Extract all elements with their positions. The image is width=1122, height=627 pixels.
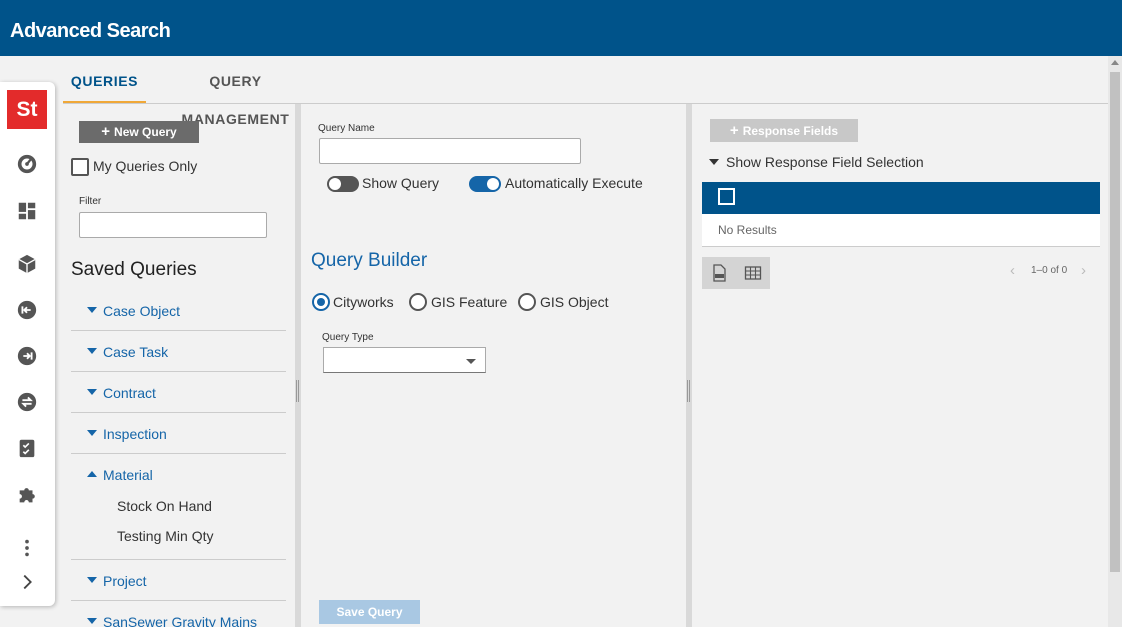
chevron-down-icon xyxy=(466,359,476,364)
tab-queries[interactable]: QUERIES xyxy=(63,62,146,104)
pager-text: 1–0 of 0 xyxy=(1031,265,1068,276)
saved-query-testing-min-qty[interactable]: Testing Min Qty xyxy=(117,528,213,544)
select-all-checkbox[interactable] xyxy=(718,188,735,205)
caret-down-icon xyxy=(87,348,97,354)
caret-down-icon xyxy=(87,389,97,395)
caret-down-icon xyxy=(87,577,97,583)
new-query-label: New Query xyxy=(114,125,177,139)
export-file-icon[interactable] xyxy=(710,264,728,282)
filter-input[interactable] xyxy=(79,212,267,238)
plus-icon: + xyxy=(101,123,111,140)
plus-icon: + xyxy=(729,122,739,139)
left-splitter[interactable] xyxy=(295,104,301,627)
caret-down-icon xyxy=(87,307,97,313)
query-builder-panel: Query Name Show Query Automatically Exec… xyxy=(303,104,684,627)
tree-item-label: Case Task xyxy=(103,344,169,360)
auto-execute-toggle[interactable] xyxy=(469,176,501,192)
tree-item-label: Inspection xyxy=(103,426,167,442)
app-title: Advanced Search xyxy=(10,20,171,42)
saved-queries-title: Saved Queries xyxy=(71,259,197,280)
radio-gis-feature[interactable] xyxy=(409,293,427,311)
tree-item-label: SanSewer Gravity Mains xyxy=(103,614,258,627)
saved-queries-panel: + New Query My Queries Only Filter Saved … xyxy=(63,104,295,627)
new-query-button[interactable]: + New Query xyxy=(79,121,199,143)
app-header: Advanced Search xyxy=(0,0,1122,56)
my-queries-label: My Queries Only xyxy=(93,158,198,174)
save-query-button[interactable]: Save Query xyxy=(319,600,420,624)
puzzle-icon[interactable] xyxy=(15,483,39,507)
query-type-select[interactable] xyxy=(323,347,486,373)
results-grid-body: No Results xyxy=(702,214,1100,247)
table-view-icon[interactable] xyxy=(744,264,762,282)
saved-query-stock-on-hand[interactable]: Stock On Hand xyxy=(117,498,212,514)
results-grid-header xyxy=(702,182,1100,214)
query-name-label: Query Name xyxy=(318,123,375,134)
swap-icon[interactable] xyxy=(15,390,39,414)
prev-page-icon[interactable]: ‹ xyxy=(1010,262,1015,279)
caret-down-icon[interactable] xyxy=(709,159,719,165)
splitter-grip-icon xyxy=(296,380,299,402)
icon-rail: St xyxy=(0,82,55,606)
right-splitter[interactable] xyxy=(686,104,692,627)
results-panel: + Response Fields Show Response Field Sel… xyxy=(694,104,1108,627)
caret-up-icon xyxy=(87,471,97,477)
scroll-up-icon[interactable] xyxy=(1111,60,1119,65)
response-fields-label: Response Fields xyxy=(742,124,839,138)
gauge-icon[interactable] xyxy=(15,152,39,176)
tree-item-label: Contract xyxy=(103,385,156,401)
query-name-input[interactable] xyxy=(319,138,581,164)
box-icon[interactable] xyxy=(15,252,39,276)
query-builder-title: Query Builder xyxy=(311,250,428,271)
radio-cityworks-label: Cityworks xyxy=(333,294,394,310)
tree-item-sansewer-gravity-mains[interactable]: SanSewer Gravity Mains xyxy=(71,601,286,627)
radio-gis-object[interactable] xyxy=(518,293,536,311)
tree-item-contract[interactable]: Contract xyxy=(71,372,286,413)
more-vertical-icon[interactable] xyxy=(15,536,39,560)
scrollbar-thumb[interactable] xyxy=(1110,72,1120,572)
tree-item-label: Material xyxy=(103,467,153,483)
radio-gis-feature-label: GIS Feature xyxy=(431,294,508,310)
query-type-label: Query Type xyxy=(322,332,374,343)
show-query-toggle[interactable] xyxy=(327,176,359,192)
radio-cityworks[interactable] xyxy=(312,293,330,311)
tree-item-material[interactable]: Material Stock On Hand Testing Min Qty xyxy=(71,454,286,560)
next-page-icon[interactable]: › xyxy=(1081,262,1086,279)
show-query-label: Show Query xyxy=(362,175,440,191)
tree-item-label: Case Object xyxy=(103,303,181,319)
response-fields-button[interactable]: + Response Fields xyxy=(710,119,858,142)
splitter-grip-icon xyxy=(687,380,690,402)
no-results-text: No Results xyxy=(718,223,777,237)
tree-item-case-object[interactable]: Case Object xyxy=(71,290,286,331)
page-scrollbar[interactable] xyxy=(1108,56,1122,627)
grid-toolbar xyxy=(702,257,770,289)
tree-item-project[interactable]: Project xyxy=(71,560,286,601)
chevron-right-icon[interactable] xyxy=(15,570,39,594)
tree-item-inspection[interactable]: Inspection xyxy=(71,413,286,454)
tree-item-case-task[interactable]: Case Task xyxy=(71,331,286,372)
caret-down-icon xyxy=(87,430,97,436)
sign-out-icon[interactable] xyxy=(15,344,39,368)
filter-label: Filter xyxy=(79,196,102,207)
tab-query-management[interactable]: QUERY MANAGEMENT xyxy=(158,62,313,127)
show-response-selection-label[interactable]: Show Response Field Selection xyxy=(726,154,924,170)
caret-down-icon xyxy=(87,618,97,624)
checklist-icon[interactable] xyxy=(15,436,39,460)
tree-item-label: Project xyxy=(103,573,147,589)
radio-gis-object-label: GIS Object xyxy=(540,294,609,310)
app-logo[interactable]: St xyxy=(7,90,47,129)
dashboard-icon[interactable] xyxy=(15,199,39,223)
sign-in-icon[interactable] xyxy=(15,298,39,322)
my-queries-checkbox[interactable] xyxy=(71,158,89,176)
auto-execute-label: Automatically Execute xyxy=(505,175,643,191)
